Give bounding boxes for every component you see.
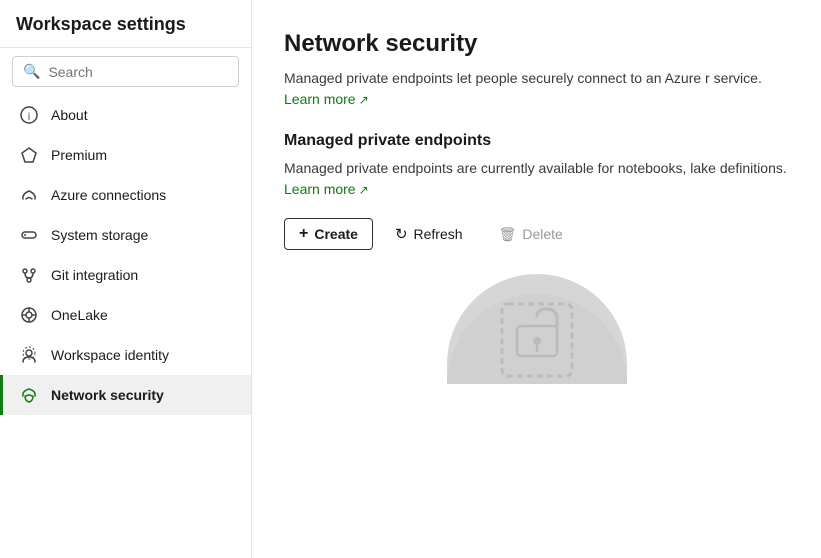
create-button[interactable]: + Create <box>284 218 373 250</box>
sidebar-item-onelake-label: OneLake <box>51 307 108 323</box>
sidebar-item-about[interactable]: i About <box>0 95 251 135</box>
sidebar-item-git[interactable]: Git integration <box>0 255 251 295</box>
sidebar-item-azure[interactable]: Azure connections <box>0 175 251 215</box>
search-box[interactable]: 🔍 <box>12 56 239 87</box>
premium-icon <box>19 145 39 165</box>
main-content: Network security Managed private endpoin… <box>252 0 821 558</box>
external-link-icon-2: ↗ <box>359 181 369 199</box>
refresh-icon: ↻ <box>395 225 408 243</box>
identity-icon <box>19 345 39 365</box>
git-icon <box>19 265 39 285</box>
action-bar: + Create ↻ Refresh 🗑 Delete <box>284 218 789 250</box>
sidebar-item-workspace-identity[interactable]: Workspace identity <box>0 335 251 375</box>
illustration <box>284 274 789 384</box>
sidebar-item-git-label: Git integration <box>51 267 138 283</box>
illus-svg <box>447 274 627 384</box>
sidebar-item-network-security-label: Network security <box>51 387 164 403</box>
sidebar-item-storage-label: System storage <box>51 227 148 243</box>
svg-text:i: i <box>27 111 30 123</box>
page-title: Network security <box>284 30 789 58</box>
sidebar-title: Workspace settings <box>0 0 251 48</box>
external-link-icon-1: ↗ <box>359 91 369 109</box>
sidebar-item-premium-label: Premium <box>51 147 107 163</box>
search-input[interactable] <box>48 64 228 80</box>
azure-icon <box>19 185 39 205</box>
sidebar-item-network-security[interactable]: Network security <box>0 375 251 415</box>
refresh-button[interactable]: ↻ Refresh <box>381 219 477 249</box>
section-description: Managed private endpoints are currently … <box>284 158 789 200</box>
illus-background <box>447 274 627 384</box>
sidebar-item-about-label: About <box>51 107 88 123</box>
delete-button[interactable]: 🗑 Delete <box>485 220 577 249</box>
sidebar: Workspace settings 🔍 i About Premium Azu… <box>0 0 252 558</box>
info-icon: i <box>19 105 39 125</box>
nav-list: i About Premium Azure connections System… <box>0 95 251 558</box>
sidebar-item-premium[interactable]: Premium <box>0 135 251 175</box>
learn-more-link-2[interactable]: Learn more ↗ <box>284 179 369 200</box>
search-icon: 🔍 <box>23 63 40 80</box>
delete-icon: 🗑 <box>499 226 517 243</box>
sidebar-item-azure-label: Azure connections <box>51 187 166 203</box>
plus-icon: + <box>299 225 308 243</box>
learn-more-link-1[interactable]: Learn more ↗ <box>284 89 369 110</box>
section-title: Managed private endpoints <box>284 132 789 150</box>
sidebar-item-onelake[interactable]: OneLake <box>0 295 251 335</box>
intro-description: Managed private endpoints let people sec… <box>284 68 789 110</box>
storage-icon <box>19 225 39 245</box>
sidebar-item-workspace-identity-label: Workspace identity <box>51 347 169 363</box>
network-security-icon <box>19 385 39 405</box>
sidebar-item-storage[interactable]: System storage <box>0 215 251 255</box>
onelake-icon <box>19 305 39 325</box>
